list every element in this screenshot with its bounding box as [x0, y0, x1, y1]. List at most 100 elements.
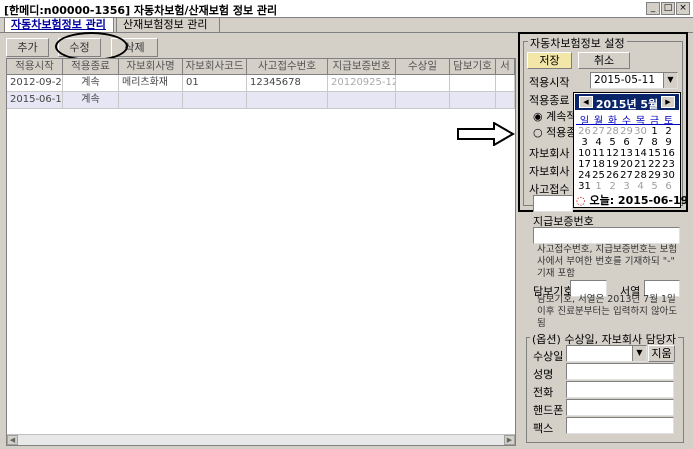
guarantee-field[interactable]	[533, 227, 680, 244]
calendar-day[interactable]: 15	[648, 148, 661, 159]
insurance-grid[interactable]: 적용시작 적용종료 자보회사명 자보회사코드 사고접수번호 지급보증번호 수상일…	[6, 58, 516, 446]
calendar-day[interactable]: 6	[620, 137, 633, 148]
cell-guarantee-no	[328, 92, 396, 109]
column-header[interactable]: 사고접수번호	[247, 59, 328, 75]
chevron-down-icon[interactable]: ▼	[663, 73, 677, 88]
guarantee-note: 사고접수번호, 지급보증번호는 보험사에서 부여한 번호를 기재하되 "-" 기…	[537, 244, 678, 279]
fax-field[interactable]	[566, 417, 674, 434]
radio-end[interactable]: ○ 적용종	[533, 124, 576, 140]
window-title: [한메디:n00000-1356] 자동차보험/산재보험 정보 관리	[4, 4, 278, 17]
calendar-month-title: 2015년 5월	[595, 98, 659, 111]
scroll-right-icon[interactable]: ▶	[504, 435, 515, 445]
clear-button[interactable]: 지움	[648, 345, 675, 362]
scroll-left-icon[interactable]: ◀	[7, 435, 18, 445]
calendar-day[interactable]: 1	[648, 126, 661, 137]
calendar-day[interactable]: 8	[648, 137, 661, 148]
calendar-day[interactable]: 28	[606, 126, 619, 137]
calendar-day[interactable]: 16	[662, 148, 675, 159]
calendar-day[interactable]: 29	[648, 170, 661, 181]
cell-collateral	[450, 92, 496, 109]
add-button[interactable]: 추가	[6, 38, 49, 57]
name-field[interactable]	[566, 363, 674, 380]
column-header[interactable]: 서	[496, 59, 515, 75]
calendar-day[interactable]: 7	[634, 137, 647, 148]
calendar-day[interactable]: 30	[662, 170, 675, 181]
accident-field[interactable]	[533, 195, 573, 212]
calendar-day[interactable]: 21	[634, 159, 647, 170]
column-header[interactable]: 담보기호	[450, 59, 496, 75]
tab-auto-insurance[interactable]: 자동차보험정보 관리	[4, 17, 114, 33]
date-picker-calendar[interactable]: ◀ 2015년 5월 ▶ 일 월 화 수 목 금 토 26 27 28 29 30 1 2 3…	[573, 92, 688, 208]
calendar-day[interactable]: 31	[578, 181, 591, 192]
table-row[interactable]: 2012-09-25 계속 메리츠화재 01 12345678 20120925…	[7, 75, 515, 92]
cancel-button[interactable]: 취소	[578, 52, 630, 69]
calendar-day[interactable]: 25	[592, 170, 605, 181]
minimize-button[interactable]: _	[646, 2, 660, 15]
save-button[interactable]: 저장	[527, 52, 572, 69]
today-row[interactable]: ◌ 오늘: 2015-06-19	[576, 192, 688, 208]
calendar-day[interactable]: 5	[648, 181, 661, 192]
calendar-day[interactable]: 4	[592, 137, 605, 148]
cell-injury-date	[396, 75, 450, 92]
column-header[interactable]: 자보회사명	[119, 59, 183, 75]
column-header[interactable]: 적용종료	[63, 59, 119, 75]
calendar-day[interactable]: 2	[606, 181, 619, 192]
column-header[interactable]: 적용시작	[7, 59, 63, 75]
collateral-note: 담보기호, 서열은 2013년 7월 1일 이후 진료분부터는 입력하지 않아도…	[537, 294, 678, 329]
start-date-field[interactable]: 2015-05-11 ▼	[590, 72, 678, 89]
calendar-day[interactable]: 6	[662, 181, 675, 192]
today-label: 오늘: 2015-06-19	[589, 194, 689, 207]
calendar-day[interactable]: 26	[578, 126, 591, 137]
company-label: 자보회사	[529, 147, 570, 160]
calendar-day[interactable]: 1	[592, 181, 605, 192]
calendar-day[interactable]: 23	[662, 159, 675, 170]
cell-injury-date	[396, 92, 450, 109]
calendar-day[interactable]: 29	[620, 126, 633, 137]
settings-title: 자동차보험정보 설정	[528, 35, 627, 51]
calendar-day[interactable]: 22	[648, 159, 661, 170]
column-header[interactable]: 자보회사코드	[183, 59, 247, 75]
injury-date-field[interactable]: ▼	[566, 345, 647, 362]
radio-continue[interactable]: ◉ 계속적	[533, 108, 576, 124]
calendar-day[interactable]: 3	[620, 181, 633, 192]
calendar-day[interactable]: 13	[620, 148, 633, 159]
calendar-day[interactable]: 17	[578, 159, 591, 170]
calendar-day[interactable]: 12	[606, 148, 619, 159]
cell-company: 메리츠화재	[119, 75, 183, 92]
calendar-day[interactable]: 24	[578, 170, 591, 181]
column-header[interactable]: 지급보증번호	[328, 59, 396, 75]
company-code-label: 자보회사	[529, 165, 570, 178]
calendar-day[interactable]: 27	[620, 170, 633, 181]
title-bar: [한메디:n00000-1356] 자동차보험/산재보험 정보 관리 _ □ ×	[0, 0, 693, 18]
maximize-button[interactable]: □	[661, 2, 675, 15]
chevron-down-icon[interactable]: ▼	[632, 346, 646, 361]
calendar-day[interactable]: 9	[662, 137, 675, 148]
mobile-label: 핸드폰	[533, 404, 564, 417]
calendar-day[interactable]: 19	[606, 159, 619, 170]
tab-industrial-insurance[interactable]: 산재보험정보 관리	[116, 17, 220, 33]
table-row[interactable]: 2015-06-19 계속	[7, 92, 515, 109]
calendar-day[interactable]: 27	[592, 126, 605, 137]
calendar-day[interactable]: 5	[606, 137, 619, 148]
calendar-day[interactable]: 11	[592, 148, 605, 159]
calendar-day[interactable]: 2	[662, 126, 675, 137]
calendar-day[interactable]: 26	[606, 170, 619, 181]
calendar-day[interactable]: 3	[578, 137, 591, 148]
calendar-day[interactable]: 14	[634, 148, 647, 159]
close-button[interactable]: ×	[676, 2, 690, 15]
column-header[interactable]: 수상일	[396, 59, 450, 75]
cell-company-code	[183, 92, 247, 109]
phone-field[interactable]	[566, 381, 674, 398]
prev-month-icon[interactable]: ◀	[579, 96, 593, 108]
cell-company	[119, 92, 183, 109]
calendar-day[interactable]: 4	[634, 181, 647, 192]
mobile-field[interactable]	[566, 399, 674, 416]
horizontal-scrollbar[interactable]: ◀ ▶	[7, 434, 515, 445]
calendar-day[interactable]: 30	[634, 126, 647, 137]
cell-accident-no: 12345678	[247, 75, 328, 92]
next-month-icon[interactable]: ▶	[661, 96, 675, 108]
calendar-day[interactable]: 18	[592, 159, 605, 170]
calendar-day[interactable]: 28	[634, 170, 647, 181]
calendar-day[interactable]: 10	[578, 148, 591, 159]
calendar-day[interactable]: 20	[620, 159, 633, 170]
